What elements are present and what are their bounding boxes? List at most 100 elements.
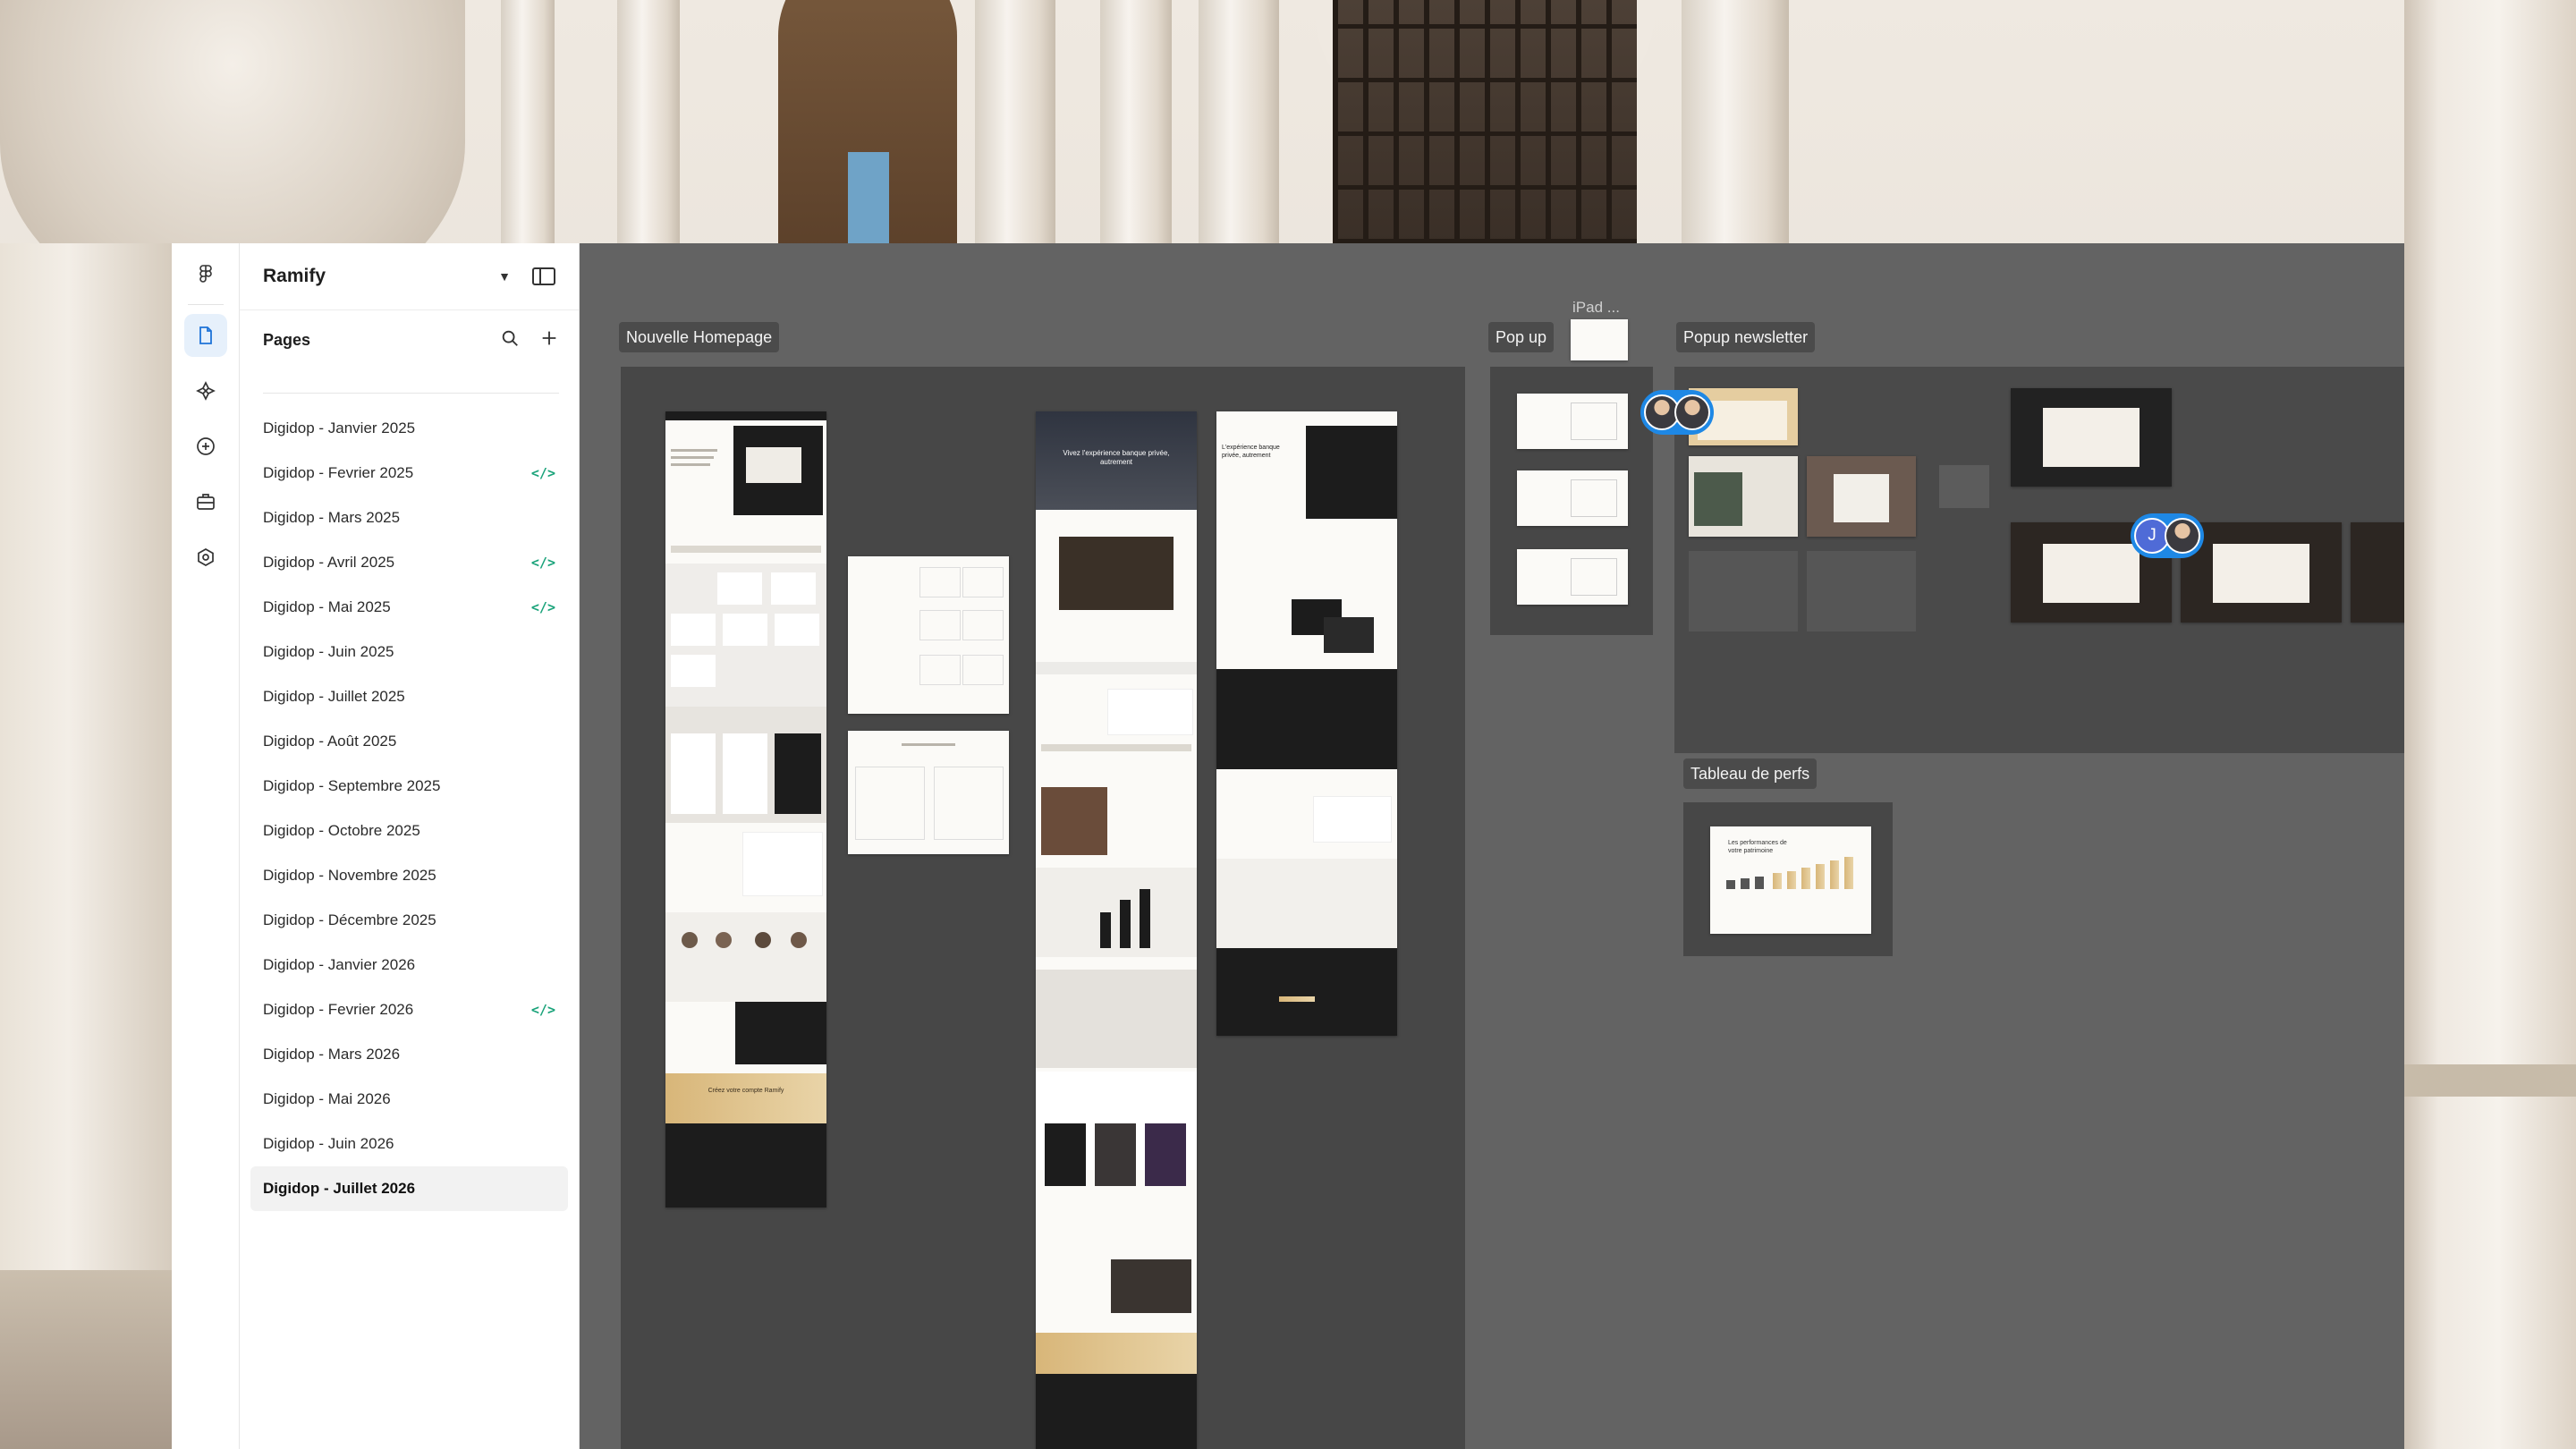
mock-dark-section [1216, 669, 1397, 769]
newsletter-mock-ghost[interactable] [1807, 551, 1916, 631]
mock-card [962, 655, 1004, 685]
mock-hero-card [1306, 426, 1397, 519]
mock-form [742, 832, 823, 896]
page-item-label: Digidop - Mai 2026 [263, 1090, 391, 1107]
page-item[interactable]: Digidop - Janvier 2026 [250, 943, 568, 987]
mock-cta-band [1036, 1333, 1197, 1374]
collaborator-cursors[interactable] [1640, 390, 1714, 435]
mock-popup-card [2213, 544, 2309, 603]
homepage-mock-5[interactable]: L'expérience banque privée, autrement [1216, 411, 1397, 1036]
mock-logos-row [671, 546, 821, 553]
frame-label-ipad[interactable]: iPad ... [1565, 292, 1627, 323]
assets-icon[interactable] [184, 369, 227, 412]
homepage-mock-4[interactable]: Vivez l'expérience banque privée, autrem… [1036, 411, 1197, 1449]
mock-perfs-title: Les performances de votre patrimoine [1728, 840, 1787, 854]
mock-card-dark [1324, 617, 1374, 653]
newsletter-mock-4[interactable] [2011, 388, 2172, 487]
page-item-label: Digidop - Janvier 2026 [263, 956, 416, 973]
mock-offer-card-dark [775, 733, 821, 814]
frame-label-newsletter[interactable]: Popup newsletter [1676, 322, 1816, 352]
page-item[interactable]: Digidop - Mars 2025 [250, 496, 568, 540]
ipad-thumbnail[interactable] [1571, 319, 1628, 360]
perfs-mock[interactable]: Les performances de votre patrimoine [1710, 826, 1871, 934]
page-item[interactable]: Digidop - Janvier 2025 [250, 406, 568, 451]
newsletter-mock-7[interactable] [2351, 522, 2404, 623]
plus-circle-icon[interactable] [184, 425, 227, 468]
avatar[interactable] [2165, 518, 2200, 554]
background-left-wall [0, 243, 172, 1449]
popup-mock-1[interactable] [1517, 394, 1628, 449]
mock-card [771, 572, 816, 605]
newsletter-mock-6[interactable] [2181, 522, 2342, 623]
page-item[interactable]: Digidop - Mai 2026 [250, 1077, 568, 1122]
page-item-label: Digidop - Juillet 2026 [263, 1180, 416, 1197]
newsletter-mock-ghost[interactable] [1689, 551, 1798, 631]
page-item[interactable]: Digidop - Décembre 2025 [250, 898, 568, 943]
page-item-label: Digidop - Fevrier 2025 [263, 464, 414, 481]
mock-portrait [1059, 537, 1174, 610]
page-item[interactable]: Digidop - Septembre 2025 [250, 764, 568, 809]
mock-cta-band [665, 1073, 826, 1123]
popup-mock-3[interactable] [1517, 549, 1628, 605]
page-item[interactable]: Digidop - Novembre 2025 [250, 853, 568, 898]
homepage-mock-1[interactable]: Créez votre compte Ramify [665, 411, 826, 1208]
background-column [501, 0, 555, 243]
page-item[interactable]: Digidop - Avril 2025 </> [250, 540, 568, 585]
page-item[interactable]: Digidop - Juillet 2026 [250, 1166, 568, 1211]
newsletter-mock-3[interactable] [1807, 456, 1916, 537]
file-icon[interactable] [183, 314, 227, 357]
mock-tags-row [1036, 662, 1197, 674]
mock-bar [1844, 857, 1853, 889]
briefcase-icon[interactable] [184, 480, 227, 523]
mock-hero-text: Vivez l'expérience banque privée, autrem… [1063, 449, 1170, 466]
mock-bar [1801, 868, 1810, 889]
page-item[interactable]: Digidop - Août 2025 [250, 719, 568, 764]
figma-logo-icon[interactable] [188, 256, 224, 292]
page-item-label: Digidop - Décembre 2025 [263, 911, 436, 928]
mock-bar [1120, 900, 1131, 948]
newsletter-mock-2[interactable] [1689, 456, 1798, 537]
collaborator-cursors[interactable]: J [2131, 513, 2204, 558]
search-icon[interactable] [500, 328, 520, 352]
mock-photo-strip [735, 1002, 826, 1064]
page-item[interactable]: Digidop - Octobre 2025 [250, 809, 568, 853]
avatar[interactable] [1674, 394, 1710, 430]
pages-header: Pages [240, 310, 579, 369]
page-item[interactable]: Digidop - Juin 2025 [250, 630, 568, 674]
page-item[interactable]: Digidop - Juin 2026 [250, 1122, 568, 1166]
mock-bar [1773, 873, 1782, 889]
dev-mode-icon[interactable]: </> [531, 555, 555, 571]
rail-divider [187, 304, 224, 305]
mock-device [1571, 402, 1617, 440]
mock-text-line [902, 743, 955, 746]
mock-text-line [671, 456, 714, 459]
homepage-mock-3[interactable] [848, 731, 1009, 854]
sidebar-toggle-icon[interactable] [532, 267, 555, 285]
dev-mode-icon[interactable]: </> [531, 599, 555, 615]
design-canvas[interactable]: Nouvelle Homepage Pop up iPad ... Popup … [580, 243, 2404, 1449]
frame-label-homepage[interactable]: Nouvelle Homepage [619, 322, 780, 352]
page-item-label: Digidop - Juin 2025 [263, 643, 394, 660]
page-item[interactable]: Digidop - Mars 2026 [250, 1032, 568, 1077]
dev-mode-icon[interactable]: </> [531, 1002, 555, 1018]
page-item[interactable]: Digidop - Juillet 2025 [250, 674, 568, 719]
add-page-icon[interactable] [539, 328, 559, 352]
newsletter-mock-ghost[interactable] [1939, 465, 1989, 508]
mock-device [1571, 479, 1617, 517]
background-column [1199, 0, 1279, 243]
dev-mode-icon[interactable]: </> [531, 465, 555, 481]
frame-label-perfs[interactable]: Tableau de perfs [1683, 758, 1818, 789]
page-item[interactable]: Digidop - Fevrier 2025 </> [250, 451, 568, 496]
project-name[interactable]: Ramify [263, 266, 326, 287]
background-floor [0, 1270, 172, 1449]
plugin-icon[interactable] [184, 536, 227, 579]
chevron-down-icon[interactable]: ▼ [498, 269, 511, 284]
mock-card [717, 572, 762, 605]
popup-mock-2[interactable] [1517, 470, 1628, 526]
page-item[interactable]: Digidop - Fevrier 2026 </> [250, 987, 568, 1032]
mock-card [723, 614, 767, 646]
frame-label-popup[interactable]: Pop up [1488, 322, 1555, 352]
mock-footer [1036, 1374, 1197, 1449]
page-item[interactable]: Digidop - Mai 2025 </> [250, 585, 568, 630]
homepage-mock-2[interactable] [848, 556, 1009, 714]
